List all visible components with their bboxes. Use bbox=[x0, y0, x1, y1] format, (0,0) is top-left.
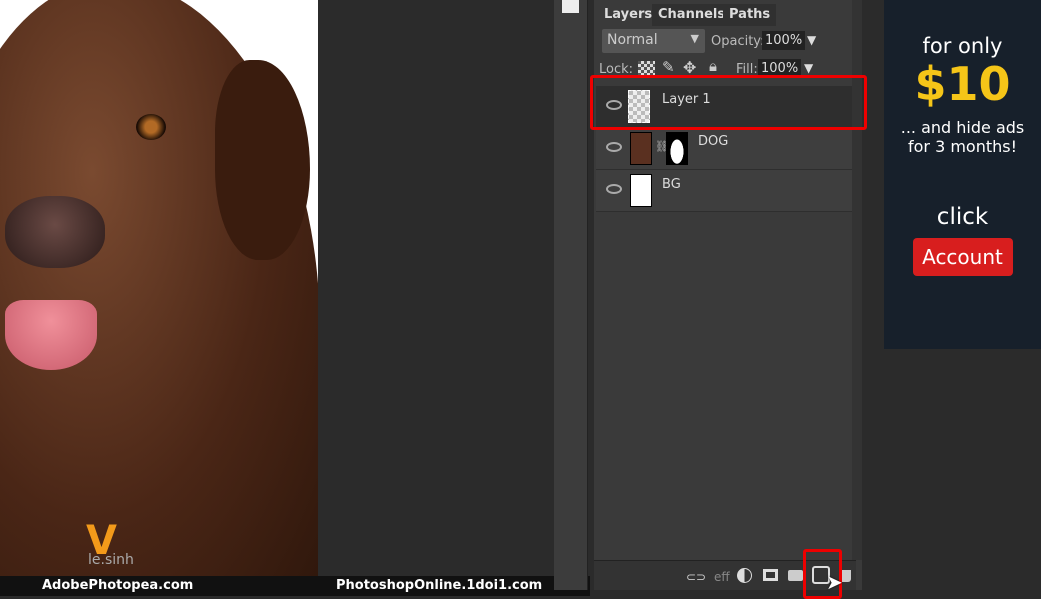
ad-banner[interactable]: for only $10 ... and hide ads for 3 mont… bbox=[884, 0, 1041, 349]
folder-icon[interactable] bbox=[788, 570, 803, 581]
adjustment-icon[interactable] bbox=[737, 568, 752, 583]
opacity-input[interactable]: 100% bbox=[762, 31, 806, 50]
mouse-cursor-icon: ➤ bbox=[826, 570, 843, 594]
eye-icon[interactable] bbox=[606, 142, 622, 152]
dog-nose bbox=[5, 196, 105, 268]
layer-row-dog[interactable]: ⛓ DOG bbox=[596, 128, 852, 170]
footer-left: AdobePhotopea.com bbox=[42, 578, 194, 593]
lock-transparency-icon[interactable] bbox=[638, 61, 655, 76]
highlight-layer-1 bbox=[590, 75, 867, 130]
watermark-text: le.sinh bbox=[88, 552, 134, 568]
fill-dropdown-icon[interactable]: ▼ bbox=[804, 61, 813, 75]
account-button[interactable]: Account bbox=[912, 238, 1013, 276]
opacity-label: Opacity: bbox=[711, 34, 765, 49]
tab-paths[interactable]: Paths bbox=[723, 4, 777, 26]
effects-icon[interactable]: eff bbox=[714, 570, 730, 584]
layer-name: BG bbox=[662, 177, 681, 192]
footer-banner: AdobePhotopea.com PhotoshopOnline.1doi1.… bbox=[0, 576, 590, 596]
dog-eye bbox=[136, 114, 166, 140]
side-toolbar bbox=[554, 0, 588, 590]
opacity-dropdown-icon[interactable]: ▼ bbox=[807, 33, 816, 47]
ad-click: click bbox=[936, 204, 989, 230]
ad-price: $10 bbox=[914, 57, 1011, 111]
lock-all-icon[interactable]: 🔒︎ bbox=[709, 57, 717, 75]
eye-icon[interactable] bbox=[606, 184, 622, 194]
dog-tongue bbox=[5, 300, 97, 370]
layer-row-bg[interactable]: BG bbox=[596, 170, 852, 212]
footer-right: PhotoshopOnline.1doi1.com bbox=[336, 578, 543, 593]
layer-name: DOG bbox=[698, 134, 729, 149]
blend-mode-value: Normal bbox=[607, 32, 658, 48]
ad-line1: for only bbox=[922, 34, 1003, 58]
tab-channels[interactable]: Channels bbox=[652, 4, 732, 26]
layer-thumbnail bbox=[630, 174, 652, 207]
dog-ear bbox=[215, 60, 310, 260]
ad-line2: ... and hide ads bbox=[900, 118, 1025, 137]
image-canvas[interactable]: ᐯ le.sinh bbox=[0, 0, 318, 576]
blend-mode-select[interactable]: Normal ▼ bbox=[602, 29, 705, 53]
link-icon[interactable]: ⊂⊃ bbox=[686, 570, 706, 584]
tab-layers[interactable]: Layers bbox=[598, 4, 659, 26]
lock-brush-icon[interactable]: ✎ bbox=[662, 58, 675, 76]
image-icon[interactable] bbox=[562, 0, 579, 13]
layer-thumbnail bbox=[630, 132, 652, 165]
mask-icon[interactable] bbox=[763, 569, 778, 581]
mask-thumbnail bbox=[666, 132, 688, 165]
chevron-down-icon: ▼ bbox=[690, 32, 699, 45]
ad-line3: for 3 months! bbox=[907, 137, 1018, 156]
